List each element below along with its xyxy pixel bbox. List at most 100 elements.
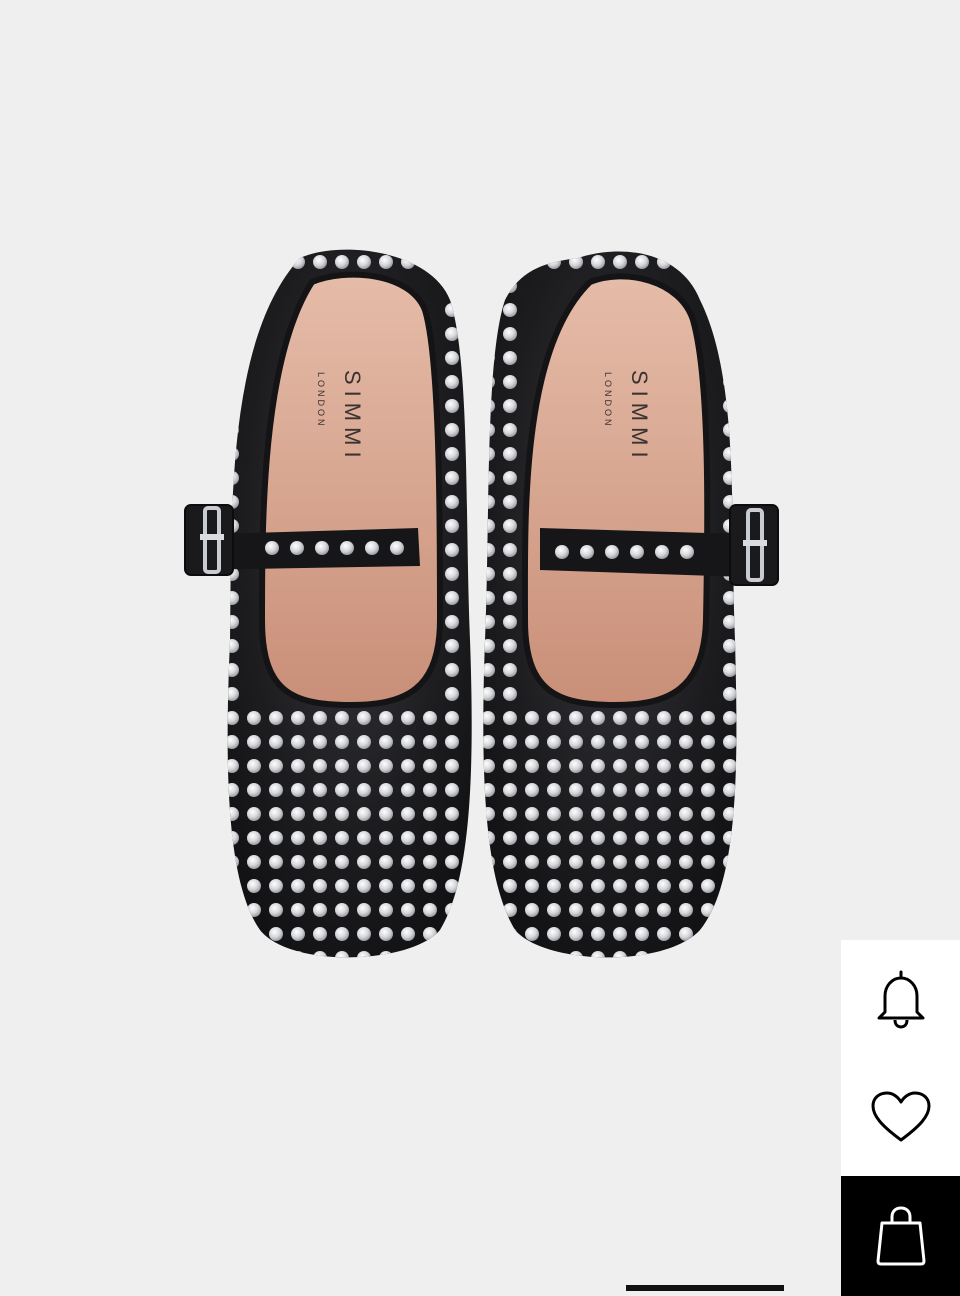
rhinestone-stud: [483, 687, 495, 701]
rhinestone-stud: [547, 807, 561, 821]
rhinestone-stud: [379, 831, 393, 845]
brand-sub-left: LONDON: [316, 372, 326, 429]
rhinestone-stud: [525, 759, 539, 773]
rhinestone-stud: [483, 471, 495, 485]
rhinestone-stud: [357, 855, 371, 869]
rhinestone-stud: [445, 567, 459, 581]
product-image: SIMMI LONDON SIMMI LONDON: [184, 249, 779, 958]
rhinestone-stud: [445, 735, 459, 749]
rhinestone-stud: [503, 855, 517, 869]
rhinestone-stud: [390, 541, 404, 555]
rhinestone-stud: [291, 759, 305, 773]
rhinestone-stud: [657, 879, 671, 893]
rhinestone-stud: [503, 375, 517, 389]
rhinestone-stud: [227, 687, 239, 701]
rhinestone-stud: [445, 351, 459, 365]
rhinestone-stud: [291, 951, 305, 958]
rhinestone-stud: [483, 423, 495, 437]
notify-me-button[interactable]: [841, 940, 960, 1058]
rhinestone-stud: [445, 711, 459, 725]
brand-logo-right: SIMMI: [627, 370, 652, 464]
rhinestone-stud: [503, 879, 517, 893]
rhinestone-stud: [445, 375, 459, 389]
rhinestone-stud: [503, 279, 517, 293]
rhinestone-stud: [315, 541, 329, 555]
add-to-wishlist-button[interactable]: [841, 1058, 960, 1176]
rhinestone-stud: [423, 807, 437, 821]
rhinestone-stud: [445, 903, 459, 917]
rhinestone-stud: [483, 759, 495, 773]
rhinestone-stud: [483, 903, 495, 917]
rhinestone-stud: [679, 735, 693, 749]
rhinestone-stud: [445, 543, 459, 557]
rhinestone-stud: [335, 951, 349, 958]
rhinestone-stud: [247, 879, 261, 893]
add-to-bag-button[interactable]: [841, 1176, 960, 1296]
rhinestone-stud: [379, 927, 393, 941]
rhinestone-stud: [723, 831, 737, 845]
right-shoe: SIMMI LONDON: [483, 251, 779, 958]
rhinestone-stud: [701, 807, 715, 821]
rhinestone-stud: [227, 663, 239, 677]
rhinestone-stud: [445, 831, 459, 845]
rhinestone-stud: [445, 927, 459, 941]
product-page: SIMMI LONDON SIMMI LONDON: [0, 0, 960, 1296]
rhinestone-stud: [613, 807, 627, 821]
rhinestone-stud: [269, 831, 283, 845]
rhinestone-stud: [445, 303, 459, 317]
rhinestone-stud: [423, 951, 437, 958]
rhinestone-stud: [227, 351, 239, 365]
rhinestone-stud: [313, 903, 327, 917]
rhinestone-stud: [723, 279, 737, 293]
rhinestone-stud: [335, 735, 349, 749]
rhinestone-stud: [379, 879, 393, 893]
rhinestone-stud: [340, 541, 354, 555]
rhinestone-stud: [723, 951, 737, 958]
rhinestone-stud: [483, 711, 495, 725]
rhinestone-stud: [701, 759, 715, 773]
rhinestone-stud: [701, 879, 715, 893]
rhinestone-stud: [227, 279, 239, 293]
rhinestone-stud: [483, 543, 495, 557]
rhinestone-stud: [723, 615, 737, 629]
rhinestone-stud: [635, 759, 649, 773]
rhinestone-stud: [227, 303, 239, 317]
rhinestone-stud: [723, 855, 737, 869]
rhinestone-stud: [503, 615, 517, 629]
rhinestone-stud: [423, 711, 437, 725]
rhinestone-stud: [723, 591, 737, 605]
rhinestone-stud: [679, 855, 693, 869]
rhinestone-stud: [445, 327, 459, 341]
rhinestone-stud: [503, 663, 517, 677]
rhinestone-stud: [569, 759, 583, 773]
rhinestone-stud: [269, 807, 283, 821]
rhinestone-stud: [269, 855, 283, 869]
rhinestone-stud: [247, 783, 261, 797]
rhinestone-stud: [701, 783, 715, 797]
rhinestone-stud: [569, 255, 583, 269]
rhinestone-stud: [291, 831, 305, 845]
rhinestone-stud: [335, 255, 349, 269]
rhinestone-stud: [483, 927, 495, 941]
rhinestone-stud: [569, 855, 583, 869]
rhinestone-stud: [635, 735, 649, 749]
rhinestone-stud: [547, 855, 561, 869]
rhinestone-stud: [679, 807, 693, 821]
rhinestone-stud: [483, 639, 495, 653]
rhinestone-stud: [569, 783, 583, 797]
rhinestone-stud: [379, 951, 393, 958]
rhinestone-stud: [723, 663, 737, 677]
rhinestone-stud: [591, 711, 605, 725]
rhinestone-stud: [723, 759, 737, 773]
rhinestone-stud: [313, 807, 327, 821]
rhinestone-stud: [269, 255, 283, 269]
brand-logo-left: SIMMI: [340, 370, 365, 464]
rhinestone-stud: [423, 831, 437, 845]
rhinestone-stud: [483, 615, 495, 629]
rhinestone-stud: [335, 807, 349, 821]
rhinestone-stud: [591, 255, 605, 269]
rhinestone-stud: [401, 759, 415, 773]
rhinestone-stud: [657, 711, 671, 725]
rhinestone-stud: [313, 759, 327, 773]
rhinestone-stud: [613, 927, 627, 941]
